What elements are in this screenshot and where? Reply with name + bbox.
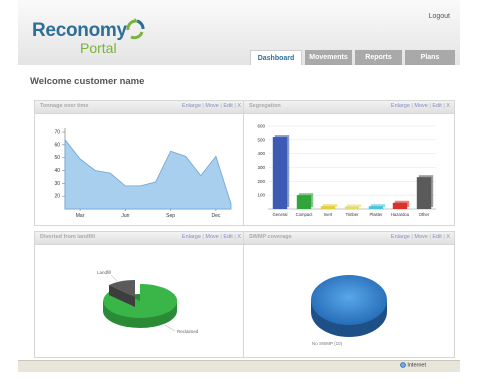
close-link[interactable]: X [237,103,241,109]
move-link[interactable]: Move [205,234,218,240]
panel-diverted: Diverted from landfill Enlarge | Move | … [34,231,246,358]
recycle-logo-icon [126,18,145,40]
logo: Reconomy Portal [32,18,152,60]
panel-title: Segregation [249,103,281,109]
x-tick-label: Inert [324,212,333,217]
y-tick-label: 400 [257,151,265,156]
bar [344,206,360,209]
y-tick-label: 500 [257,137,265,142]
diverted-pie-chart: Landfill Reclaimed [97,270,199,334]
logo-main-text: Reconomy [32,20,127,41]
x-tick-label: Jun [121,213,129,219]
pie-label-no-swmp: No SWMP (10) [312,341,343,346]
panel-header: Segregation Enlarge | Move | Edit | X [244,101,454,114]
leader-line [164,324,176,332]
tab-reports[interactable]: Reports [355,50,402,65]
panel-swmp: SWMP coverage Enlarge | Move | Edit | X … [243,231,455,358]
x-tick-label: Sep [166,213,175,219]
x-tick-label: General [273,212,288,217]
bar [416,177,432,209]
panel-actions: Enlarge | Move | Edit | X [390,103,450,109]
swmp-pie-chart: No SWMP (10) [311,275,387,346]
tab-movements[interactable]: Movements [305,50,352,65]
x-tick-label: Other [419,212,430,217]
main-tabs: Dashboard Movements Reports Plans [250,50,455,65]
panel-header: SWMP coverage Enlarge | Move | Edit | X [244,232,454,245]
enlarge-link[interactable]: Enlarge [182,103,201,109]
leader-line [110,274,118,282]
panel-tonnage: Tonnage over time Enlarge | Move | Edit … [34,100,246,226]
logo-sub-text: Portal [80,40,117,56]
tab-dashboard[interactable]: Dashboard [250,50,302,65]
panel-title: SWMP coverage [249,234,292,240]
panel-actions: Enlarge | Move | Edit | X [181,103,241,109]
close-link[interactable]: X [446,103,450,109]
x-tick-label: Hazardou [391,212,410,217]
welcome-heading: Welcome customer name [30,76,145,87]
pie-label-landfill: Landfill [97,270,111,275]
edit-link[interactable]: Edit [432,103,441,109]
pie-label-reclaimed: Reclaimed [177,329,199,334]
tonnage-area-chart: 20 30 40 50 60 70 Mar Jun Sep Dec [54,128,232,219]
enlarge-link[interactable]: Enlarge [391,103,410,109]
bar [368,206,384,209]
bar [320,206,336,209]
panel-title: Tonnage over time [40,103,89,109]
bar [392,202,408,209]
pie-slice-no-swmp [311,275,387,325]
panel-title: Diverted from landfill [40,234,96,240]
move-link[interactable]: Move [414,103,427,109]
browser-status-bar: Internet [18,360,460,372]
y-tick-label: 60 [54,142,60,148]
x-tick-label: Compact [296,212,314,217]
y-tick-label: 300 [257,165,265,170]
enlarge-link[interactable]: Enlarge [391,234,410,240]
x-tick-label: Plaster [369,212,383,217]
logout-link[interactable]: Logout [429,13,450,20]
edit-link[interactable]: Edit [223,103,232,109]
y-tick-label: 100 [257,193,265,198]
status-zone-label: Internet [407,362,426,369]
enlarge-link[interactable]: Enlarge [182,234,201,240]
panel-segregation: Segregation Enlarge | Move | Edit | X 10… [243,100,455,226]
tab-plans[interactable]: Plans [405,50,455,65]
y-tick-label: 600 [257,124,265,129]
edit-link[interactable]: Edit [223,234,232,240]
y-tick-label: 50 [54,155,60,161]
panel-actions: Enlarge | Move | Edit | X [181,234,241,240]
y-tick-label: 70 [54,130,60,136]
app-window: Reconomy Portal Logout Dashboard Movemen… [18,0,460,372]
y-tick-label: 30 [54,181,60,187]
x-tick-label: Mar [76,213,85,219]
y-tick-label: 200 [257,179,265,184]
move-link[interactable]: Move [414,234,427,240]
segregation-bar-chart: 100 200 300 400 500 600 General Compact Inert Tim… [257,124,436,217]
move-link[interactable]: Move [205,103,218,109]
panel-actions: Enlarge | Move | Edit | X [390,234,450,240]
bar [272,137,288,209]
x-tick-label: Timber [346,212,359,217]
status-zone: Internet [399,362,426,369]
bar [296,195,312,209]
y-tick-label: 40 [54,168,60,174]
edit-link[interactable]: Edit [432,234,441,240]
y-tick-label: 20 [54,194,60,200]
close-link[interactable]: X [237,234,241,240]
close-link[interactable]: X [446,234,450,240]
series-area [64,138,232,210]
x-tick-label: Dec [211,213,220,219]
header: Reconomy Portal Logout Dashboard Movemen… [18,0,460,65]
panel-header: Diverted from landfill Enlarge | Move | … [35,232,245,245]
panel-header: Tonnage over time Enlarge | Move | Edit … [35,101,245,114]
globe-icon [399,362,406,368]
